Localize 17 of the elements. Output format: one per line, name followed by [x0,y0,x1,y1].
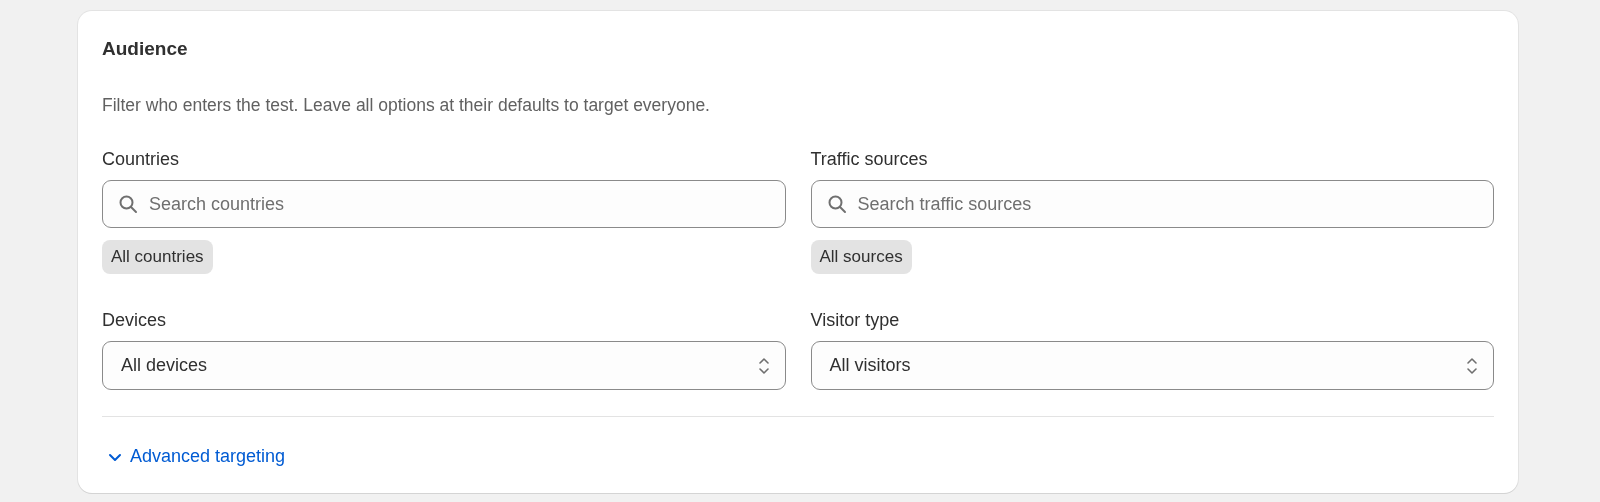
search-field[interactable]: Search traffic sources [810,180,1494,228]
select-field[interactable]: All visitors [810,341,1494,390]
search-field[interactable]: Search countries [102,180,786,228]
field-label: Countries [102,149,181,170]
filter-tag: All sources [810,240,912,274]
card-title: Audience [102,38,189,60]
filter-tag: All countries [102,240,213,274]
card-description: Filter who enters the test. Leave all options at their defaults to target everyone. [102,95,711,116]
search-icon [826,194,847,214]
chevron-up-down-icon [756,355,771,376]
chevron-up-down-icon [1465,355,1479,376]
field-label: Traffic sources [810,149,929,170]
field-label: Visitor type [810,310,901,331]
advanced-targeting-link[interactable]: Advanced targeting [102,446,286,467]
field-label: Devices [102,310,168,331]
search-icon [118,194,138,214]
select-field[interactable]: All devices [102,341,786,390]
